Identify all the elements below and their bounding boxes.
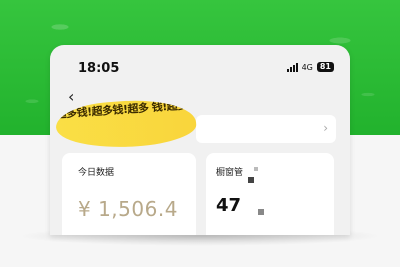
money-highlight-overlay: !超多钱!超多钱!超多 钱!超多钱!超多钱!超 多钱!超多钱!超多钱! [54,96,198,152]
today-revenue-value: ¥ 1,506.4 [78,197,178,221]
today-data-card[interactable]: 今日数据 ¥ 1,506.4 [62,153,196,235]
status-bar: 18:05 4G 81 [50,45,350,85]
highlight-text: !超多钱!超多钱!超多 钱!超多钱!超多钱!超 多钱!超多钱!超多钱! [54,96,198,122]
today-data-label: 今日数据 [78,168,115,178]
chevron-left-icon[interactable]: ‹ [68,89,74,105]
pixel-artifact [254,167,258,171]
window-label: 橱窗管 [216,168,244,178]
header-card[interactable]: › [196,115,336,143]
chevron-right-icon[interactable]: › [323,121,328,135]
phone-screen: 18:05 4G 81 ‹ › !超多钱!超多钱!超多 钱!超多钱!超多钱!超 … [50,45,350,235]
signal-bars-icon [286,62,298,72]
battery-icon: 81 [316,62,334,72]
window-count-value: 47 [216,195,242,216]
pixel-artifact [258,209,264,215]
status-indicators: 4G 81 [286,62,334,72]
status-time: 18:05 [78,61,120,76]
network-type: 4G [301,62,313,72]
pixel-artifact [248,177,254,183]
window-card[interactable]: 橱窗管 47 [206,153,334,235]
